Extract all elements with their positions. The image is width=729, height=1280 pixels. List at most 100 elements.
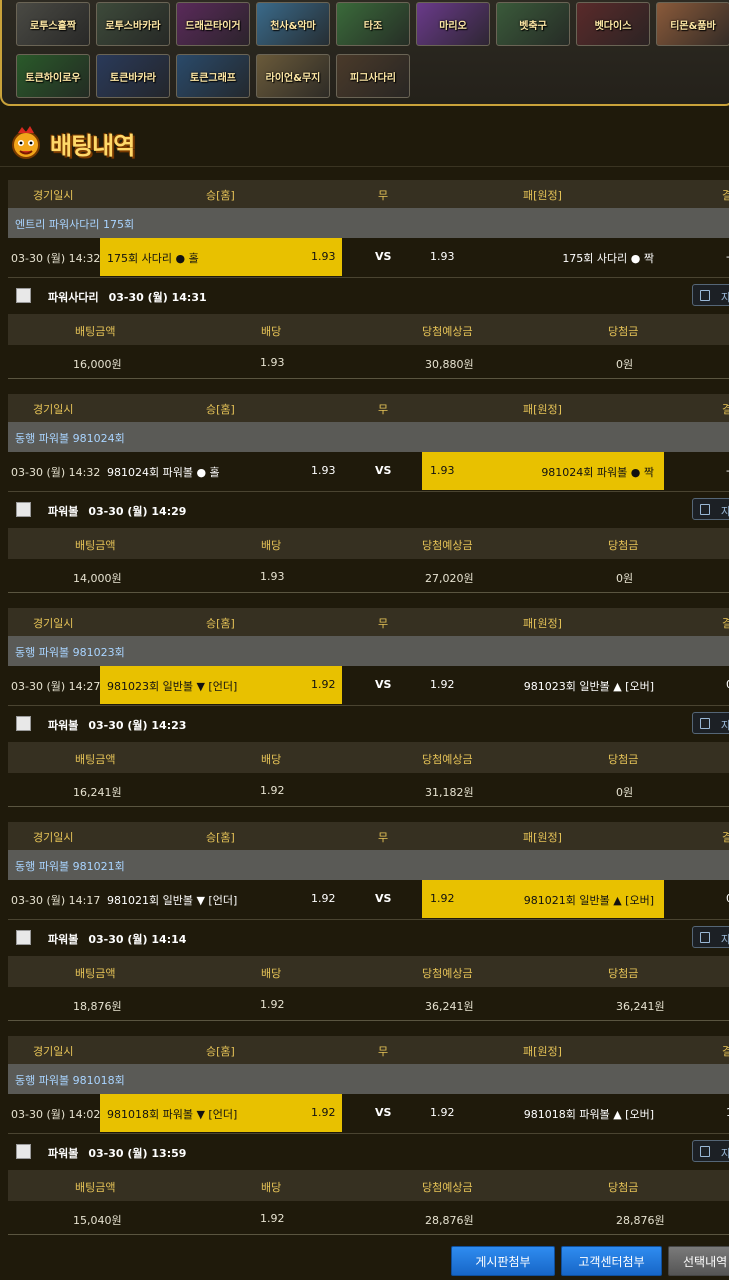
detail-button[interactable]: 자	[692, 926, 729, 948]
home-pick-cell[interactable]: 981024회 파워볼 ● 홀 1.93	[100, 452, 342, 490]
match-date: 03-30 (월) 14:17	[11, 894, 101, 907]
game-button[interactable]: 천사&악마	[256, 2, 330, 46]
bet-block: 경기일시 승[홈] 무 패[원정] 결 동행 파워볼 981024회 03-30 (월) 1…	[8, 394, 729, 594]
col-header-win: 당첨금	[608, 967, 639, 980]
game-info-row: 파워볼 03-30 (월) 14:29 자	[8, 492, 729, 528]
col-header-draw: 무	[378, 617, 389, 630]
col-header-expected: 당첨예상금	[422, 753, 473, 766]
game-button[interactable]: 토큰하이로우	[16, 54, 90, 98]
result-expected: 28,876원	[425, 1214, 474, 1227]
game-name-time: 파워볼 03-30 (월) 14:14	[48, 931, 186, 947]
game-button[interactable]: 타조	[336, 2, 410, 46]
result-win: 28,876원	[616, 1214, 665, 1227]
game-time: 03-30 (월) 14:23	[88, 719, 187, 732]
select-checkbox[interactable]	[16, 288, 31, 303]
away-pick-cell[interactable]: 1.93 981024회 파워볼 ● 짝	[422, 452, 664, 490]
document-icon	[700, 290, 710, 301]
game-info-row: 파워볼 03-30 (월) 13:59 자	[8, 1134, 729, 1170]
result-value-row: 16,241원 1.92 31,182원 0원	[8, 773, 729, 807]
game-info-row: 파워사다리 03-30 (월) 14:31 자	[8, 278, 729, 314]
board-attach-button[interactable]: 게시판첨부	[451, 1246, 555, 1276]
league-row: 동행 파워볼 981021회	[8, 850, 729, 880]
result-amount: 15,040원	[73, 1214, 122, 1227]
result-win: 0원	[616, 786, 634, 799]
detail-label: 자	[721, 291, 729, 304]
game-button[interactable]: 피그사다리	[336, 54, 410, 98]
away-pick-cell[interactable]: 1.92 981018회 파워볼 ▲ [오버]	[422, 1094, 664, 1132]
bet-block: 경기일시 승[홈] 무 패[원정] 결 동행 파워볼 981021회 03-30 (월) 1…	[8, 822, 729, 1022]
home-pick-cell[interactable]: 981018회 파워볼 ▼ [언더] 1.92	[100, 1094, 342, 1132]
away-name: 981021회 일반볼 ▲ [오버]	[523, 894, 654, 907]
result-odds: 1.93	[260, 570, 285, 583]
game-button[interactable]: 마리오	[416, 2, 490, 46]
col-header-away: 패[원정]	[523, 617, 562, 630]
result-win: 0원	[616, 572, 634, 585]
result-header-row: 배팅금액 배당 당첨예상금 당첨금	[8, 742, 729, 773]
detail-button[interactable]: 자	[692, 498, 729, 520]
game-button[interactable]: 벳다이스	[576, 2, 650, 46]
page-header: 배팅내역	[8, 120, 135, 166]
col-header-bet-amount: 배팅금액	[75, 539, 116, 552]
away-pick-cell[interactable]: 1.92 981023회 일반볼 ▲ [오버]	[422, 666, 664, 704]
game-button[interactable]: 토큰그래프	[176, 54, 250, 98]
document-icon	[700, 504, 710, 515]
detail-button[interactable]: 자	[692, 712, 729, 734]
game-button[interactable]: 로투스홀짝	[16, 2, 90, 46]
col-header-bet-amount: 배팅금액	[75, 325, 116, 338]
col-header-result-cut: 결	[722, 189, 729, 202]
cs-attach-button[interactable]: 고객센터첨부	[561, 1246, 662, 1276]
col-header-odds: 배당	[261, 325, 282, 338]
select-checkbox[interactable]	[16, 502, 31, 517]
result-header-row: 배팅금액 배당 당첨예상금 당첨금	[8, 314, 729, 345]
match-header-row: 경기일시 승[홈] 무 패[원정] 결	[8, 394, 729, 422]
vs-label: VS	[375, 464, 392, 477]
result-expected: 30,880원	[425, 358, 474, 371]
col-header-draw: 무	[378, 403, 389, 416]
away-pick-cell[interactable]: 1.92 981021회 일반볼 ▲ [오버]	[422, 880, 664, 918]
home-pick-cell[interactable]: 981021회 일반볼 ▼ [언더] 1.92	[100, 880, 342, 918]
game-name-time: 파워볼 03-30 (월) 13:59	[48, 1145, 186, 1161]
match-row: 03-30 (월) 14:32 175회 사다리 ● 홀 1.93 VS 1.93 175…	[8, 238, 729, 278]
league-row: 엔트리 파워사다리 175회	[8, 208, 729, 238]
select-checkbox[interactable]	[16, 1144, 31, 1159]
league-name: 동행 파워볼 981023회	[15, 646, 125, 659]
game-button[interactable]: 티몬&품바	[656, 2, 729, 46]
game-button[interactable]: 토큰바카라	[96, 54, 170, 98]
col-header-odds: 배당	[261, 539, 282, 552]
home-name: 981023회 일반볼 ▼ [언더]	[107, 680, 238, 693]
home-odds: 1.93	[311, 250, 336, 263]
match-date: 03-30 (월) 14:32	[11, 466, 101, 479]
divider	[0, 166, 729, 167]
game-name: 파워볼	[48, 933, 79, 946]
col-header-draw: 무	[378, 189, 389, 202]
result-expected: 31,182원	[425, 786, 474, 799]
select-checkbox[interactable]	[16, 930, 31, 945]
game-name: 파워볼	[48, 1147, 79, 1160]
away-pick-cell[interactable]: 1.93 175회 사다리 ● 짝	[422, 238, 664, 276]
document-icon	[700, 932, 710, 943]
game-time: 03-30 (월) 14:14	[88, 933, 187, 946]
league-row: 동행 파워볼 981024회	[8, 422, 729, 452]
result-value-row: 16,000원 1.93 30,880원 0원	[8, 345, 729, 379]
col-header-draw: 무	[378, 1045, 389, 1058]
document-icon	[700, 1146, 710, 1157]
game-button[interactable]: 벳축구	[496, 2, 570, 46]
result-win: 36,241원	[616, 1000, 665, 1013]
match-header-row: 경기일시 승[홈] 무 패[원정] 결	[8, 822, 729, 850]
match-header-row: 경기일시 승[홈] 무 패[원정] 결	[8, 1036, 729, 1064]
col-header-away: 패[원정]	[523, 1045, 562, 1058]
home-pick-cell[interactable]: 981023회 일반볼 ▼ [언더] 1.92	[100, 666, 342, 704]
game-button[interactable]: 라이언&무지	[256, 54, 330, 98]
select-history-button[interactable]: 선택내역	[668, 1246, 729, 1276]
detail-button[interactable]: 자	[692, 284, 729, 306]
vs-label: VS	[375, 678, 392, 691]
col-header-expected: 당첨예상금	[422, 539, 473, 552]
detail-button[interactable]: 자	[692, 1140, 729, 1162]
home-pick-cell[interactable]: 175회 사다리 ● 홀 1.93	[100, 238, 342, 276]
select-checkbox[interactable]	[16, 716, 31, 731]
game-button[interactable]: 로투스바카라	[96, 2, 170, 46]
mascot-icon	[12, 126, 40, 159]
match-date: 03-30 (월) 14:32	[11, 252, 101, 265]
game-name-time: 파워볼 03-30 (월) 14:23	[48, 717, 186, 733]
game-button[interactable]: 드래곤타이거	[176, 2, 250, 46]
